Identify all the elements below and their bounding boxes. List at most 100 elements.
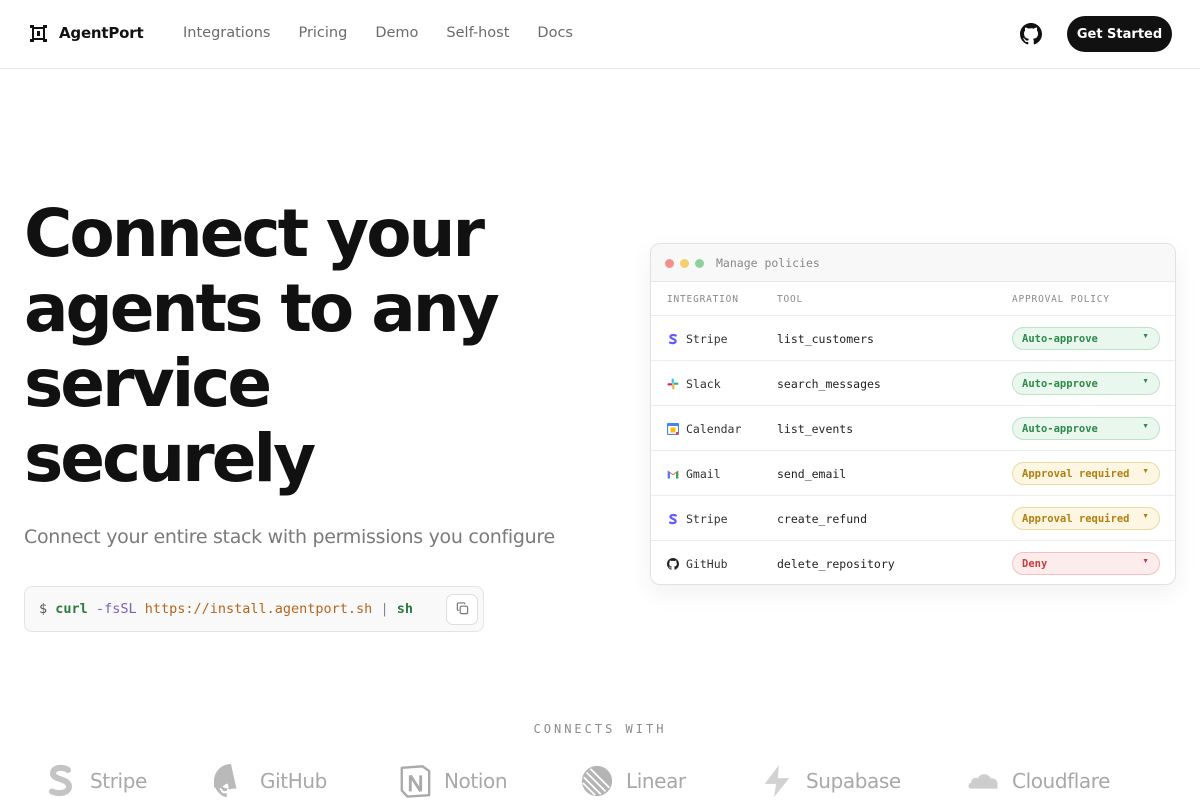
github-icon[interactable] (1020, 23, 1042, 45)
github-logo-icon (214, 762, 248, 800)
nav-link-demo[interactable]: Demo (375, 25, 418, 41)
logo-name: GitHub (260, 769, 327, 793)
table-row: Gmail send_email Approval required ▼ (651, 451, 1175, 496)
stripe-logo-icon (44, 762, 78, 800)
policy-value: Approval required (1022, 513, 1130, 525)
policy-select[interactable]: Auto-approve ▼ (1012, 372, 1160, 395)
logo-github: GitHub (214, 762, 327, 800)
integration-name: Stripe (686, 332, 728, 346)
hero-title-line: service (24, 345, 272, 422)
window-dot-yellow (680, 259, 689, 268)
notion-logo-icon (398, 762, 432, 800)
command-flag: -fsSL (95, 601, 137, 617)
column-tool: TOOL (777, 294, 804, 305)
logo-supabase: Supabase (760, 762, 901, 800)
nav-link-integrations[interactable]: Integrations (183, 25, 270, 41)
integration-name: Gmail (686, 467, 721, 481)
github-icon (667, 557, 679, 570)
hero-title-line: agents to any (24, 270, 500, 347)
logo-name: Linear (626, 769, 686, 793)
tool-name: send_email (777, 467, 847, 481)
column-approval-policy: APPROVAL POLICY (1012, 294, 1110, 305)
logo-name: Cloudflare (1012, 769, 1111, 793)
policy-value: Auto-approve (1022, 378, 1098, 390)
logo-name: Supabase (806, 769, 901, 793)
panel-header: Manage policies (651, 244, 1175, 282)
prompt-symbol: $ (39, 601, 48, 617)
integration-name: Calendar (686, 422, 742, 436)
chevron-down-icon: ▼ (1142, 468, 1149, 475)
tool-name: list_events (777, 422, 854, 436)
slack-icon (667, 377, 679, 390)
tool-name: search_messages (777, 377, 881, 391)
nav-links: Integrations Pricing Demo Self-host Docs (183, 25, 601, 41)
integration-name: GitHub (686, 557, 728, 571)
command-shell: sh (396, 601, 413, 617)
chevron-down-icon: ▼ (1142, 378, 1149, 385)
policy-select[interactable]: Approval required ▼ (1012, 507, 1160, 530)
tool-name: list_customers (777, 332, 874, 346)
policy-value: Auto-approve (1022, 423, 1098, 435)
gmail-icon (667, 467, 679, 479)
logo-notion: Notion (398, 762, 508, 800)
table-row: Calendar list_events Auto-approve ▼ (651, 406, 1175, 451)
chevron-down-icon: ▼ (1142, 513, 1149, 520)
hero-title-line: securely (24, 420, 316, 497)
copy-button[interactable] (446, 594, 478, 625)
chevron-down-icon: ▼ (1142, 333, 1149, 340)
stripe-icon (667, 332, 679, 345)
logo-linear: Linear (580, 762, 686, 800)
logo-stripe: Stripe (44, 762, 147, 800)
logo-name: Stripe (90, 769, 147, 793)
integration-name: Stripe (686, 512, 728, 526)
install-command-box: $ curl -fsSL https://install.agentport.s… (24, 586, 484, 632)
hero-subtitle: Connect your entire stack with permissio… (24, 526, 555, 548)
policy-select[interactable]: Approval required ▼ (1012, 462, 1160, 485)
nav-link-docs[interactable]: Docs (537, 25, 573, 41)
copy-icon (456, 601, 469, 618)
chevron-down-icon: ▼ (1142, 423, 1149, 430)
window-dot-red (665, 259, 674, 268)
table-row: Stripe create_refund Approval required ▼ (651, 496, 1175, 541)
table-row: GitHub delete_repository Deny ▼ (651, 541, 1175, 584)
command-pipe: | (380, 601, 389, 617)
policy-value: Auto-approve (1022, 333, 1098, 345)
hero-title-line: Connect your (24, 195, 485, 272)
integration-logos: Stripe GitHub Notion Linear Supabase Clo (0, 762, 1200, 800)
top-nav: AgentPort Integrations Pricing Demo Self… (0, 0, 1200, 69)
column-integration: INTEGRATION (667, 294, 739, 305)
connects-with-label: CONNECTS WITH (533, 722, 667, 736)
table-row: Stripe list_customers Auto-approve ▼ (651, 316, 1175, 361)
chevron-down-icon: ▼ (1142, 558, 1149, 565)
nav-link-pricing[interactable]: Pricing (298, 25, 347, 41)
logo-name: Notion (444, 769, 508, 793)
supabase-logo-icon (760, 762, 794, 800)
policy-value: Approval required (1022, 468, 1130, 480)
linear-logo-icon (580, 762, 614, 800)
cloudflare-logo-icon (966, 762, 1000, 800)
install-command[interactable]: $ curl -fsSL https://install.agentport.s… (39, 601, 413, 617)
window-dot-green (695, 259, 704, 268)
policy-select[interactable]: Deny ▼ (1012, 552, 1160, 575)
manage-policies-panel: Manage policies INTEGRATION TOOL APPROVA… (650, 243, 1176, 585)
command-url: https://install.agentport.sh (144, 601, 373, 617)
policy-value: Deny (1022, 558, 1048, 570)
table-row: Slack search_messages Auto-approve ▼ (651, 361, 1175, 406)
policy-select[interactable]: Auto-approve ▼ (1012, 327, 1160, 350)
nav-link-self-host[interactable]: Self-host (446, 25, 509, 41)
panel-title: Manage policies (716, 256, 820, 270)
stripe-icon (667, 512, 679, 525)
brand-name: AgentPort (59, 24, 144, 42)
hero-title: Connect your agents to any service secur… (24, 196, 584, 496)
agentport-logo-icon (30, 24, 47, 42)
tool-name: delete_repository (777, 557, 895, 571)
get-started-button[interactable]: Get Started (1067, 16, 1172, 52)
logo-cloudflare: Cloudflare (966, 762, 1110, 800)
calendar-icon (666, 422, 680, 436)
policy-select[interactable]: Auto-approve ▼ (1012, 417, 1160, 440)
brand[interactable]: AgentPort (30, 24, 144, 42)
integration-name: Slack (686, 377, 721, 391)
command-curl: curl (55, 601, 88, 617)
table-header: INTEGRATION TOOL APPROVAL POLICY (651, 282, 1175, 316)
tool-name: create_refund (777, 512, 868, 526)
